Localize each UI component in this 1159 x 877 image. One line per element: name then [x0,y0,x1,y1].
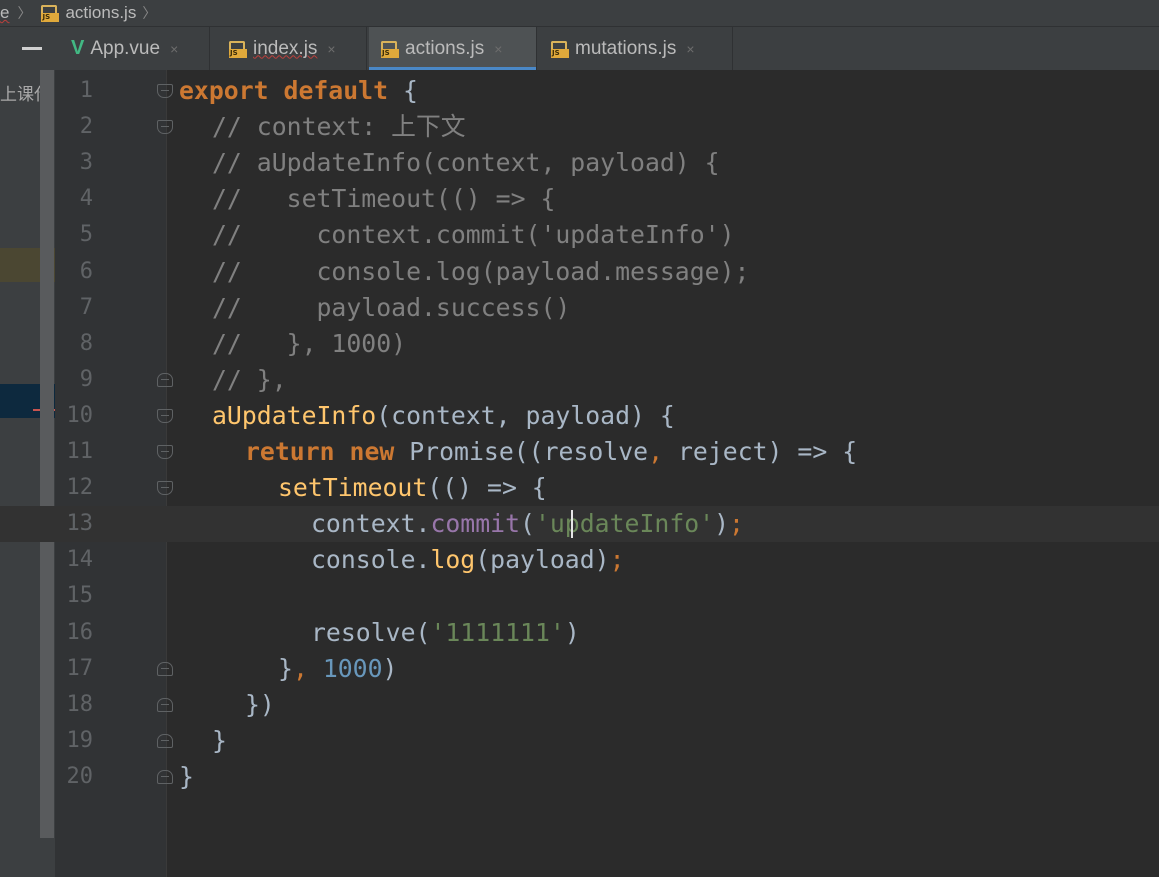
js-file-icon: JS [551,40,569,58]
code-text: }, 1000) [278,653,398,683]
line-number: 13 [66,511,94,537]
line-number: 18 [66,691,94,717]
line-number: 8 [79,330,93,356]
code-text: // context: 上下文 [212,112,466,142]
breadcrumb-file[interactable]: JS actions.js [41,3,136,23]
code-line[interactable]: 8 // }, 1000) [0,326,1159,362]
code-text: // console.log(payload.message); [212,256,750,286]
js-file-icon: JS [229,40,247,58]
code-text: resolve('1111111') [311,617,580,647]
fold-marker-icon[interactable] [157,661,173,676]
fold-marker-icon[interactable] [157,769,173,784]
breadcrumb-parent[interactable]: e [0,3,9,23]
close-icon[interactable]: × [327,41,335,57]
breadcrumb-separator: 〉 [142,5,157,21]
code-line[interactable]: 17 }, 1000) [0,651,1159,687]
code-text: export default { [179,76,418,105]
code-line[interactable]: 2 // context: 上下文 [0,109,1159,145]
text-cursor [571,510,573,539]
fold-marker-icon[interactable] [157,372,173,387]
close-icon[interactable]: × [170,41,178,57]
js-file-icon: JS [41,4,60,22]
line-number: 16 [66,619,94,645]
code-text: context.commit('updateInfo'); [311,509,744,539]
code-line[interactable]: 1 export default { [0,73,1159,109]
code-line[interactable]: 19} [0,723,1159,759]
close-icon[interactable]: × [686,41,694,57]
code-line[interactable]: 4 // setTimeout(() => { [0,181,1159,217]
code-text: } [212,725,227,755]
line-number: 20 [66,763,94,789]
code-text: // }, 1000) [212,328,407,358]
line-number: 9 [79,366,93,392]
line-number: 5 [79,222,93,248]
minimize-icon[interactable] [22,47,42,50]
code-line[interactable]: 16 resolve('1111111') [0,615,1159,651]
code-text: // payload.success() [212,292,571,322]
fold-marker-icon[interactable] [157,733,173,748]
fold-marker-icon[interactable] [157,84,173,98]
line-number: 7 [79,294,93,320]
code-text: }) [245,689,275,719]
code-text: aUpdateInfo(context, payload) { [212,400,675,430]
line-number: 2 [79,114,93,140]
tab-label: actions.js [405,37,485,59]
line-number: 10 [66,402,94,428]
line-number: 4 [79,186,93,212]
line-number: 15 [66,583,94,609]
js-file-icon: JS [381,40,399,58]
code-line[interactable]: 9 // }, [0,362,1159,398]
fold-marker-icon[interactable] [157,445,173,459]
code-text: // setTimeout(() => { [212,184,556,214]
code-line[interactable]: 10 aUpdateInfo(context, payload) { [0,398,1159,434]
line-number: 12 [66,475,94,501]
line-number: 6 [79,258,93,284]
line-number: 17 [66,655,94,681]
code-text: // }, [212,364,287,394]
breadcrumb: e 〉 JS actions.js 〉 [0,0,1159,27]
line-number: 11 [66,439,94,464]
tab-actions-js[interactable]: JS actions.js × [369,27,537,70]
code-text: setTimeout(() => { [278,473,547,503]
code-line[interactable]: 20} [0,759,1159,795]
fold-marker-icon[interactable] [157,120,173,135]
code-line[interactable]: 15 [0,578,1159,614]
line-number: 14 [66,547,94,573]
fold-marker-icon[interactable] [157,697,173,712]
breadcrumb-separator: 〉 [17,5,32,21]
line-number: 1 [79,78,93,103]
code-line[interactable]: 6 // console.log(payload.message); [0,254,1159,290]
fold-marker-icon[interactable] [157,408,173,423]
vue-icon: V [71,37,85,59]
code-line[interactable]: 11 return new Promise((resolve, reject) =… [0,434,1159,470]
fold-marker-icon[interactable] [157,481,173,496]
code-text: // context.commit('updateInfo') [212,220,735,250]
tab-label: App.vue [90,37,161,59]
code-text: console.log(payload); [311,545,625,575]
code-text: return new Promise((resolve, reject) => … [245,437,858,466]
code-text: } [179,761,194,791]
code-line[interactable]: 7 // payload.success() [0,290,1159,326]
code-text: // aUpdateInfo(context, payload) { [212,148,720,178]
tab-label: index.js [253,37,318,59]
code-line[interactable]: 5 // context.commit('updateInfo') [0,217,1159,253]
code-line[interactable]: 3 // aUpdateInfo(context, payload) { [0,145,1159,181]
code-line[interactable]: 14 console.log(payload); [0,542,1159,578]
breadcrumb-file-label: actions.js [65,3,137,22]
close-icon[interactable]: × [494,41,502,57]
tab-label: mutations.js [575,37,677,59]
line-number: 3 [79,150,93,176]
line-number: 19 [66,727,94,753]
tab-index-js[interactable]: JS index.js × [217,27,367,70]
tab-app-vue[interactable]: V App.vue × [59,27,210,70]
code-line[interactable]: 18}) [0,687,1159,723]
code-line[interactable]: 12 setTimeout(() => { [0,470,1159,506]
code-line[interactable]: 13 context.commit('updateInfo'); [0,506,1159,543]
editor-tab-bar: V App.vue × JS index.js × JS actions.js … [0,27,1159,70]
tab-mutations-js[interactable]: JS mutations.js × [539,27,733,70]
